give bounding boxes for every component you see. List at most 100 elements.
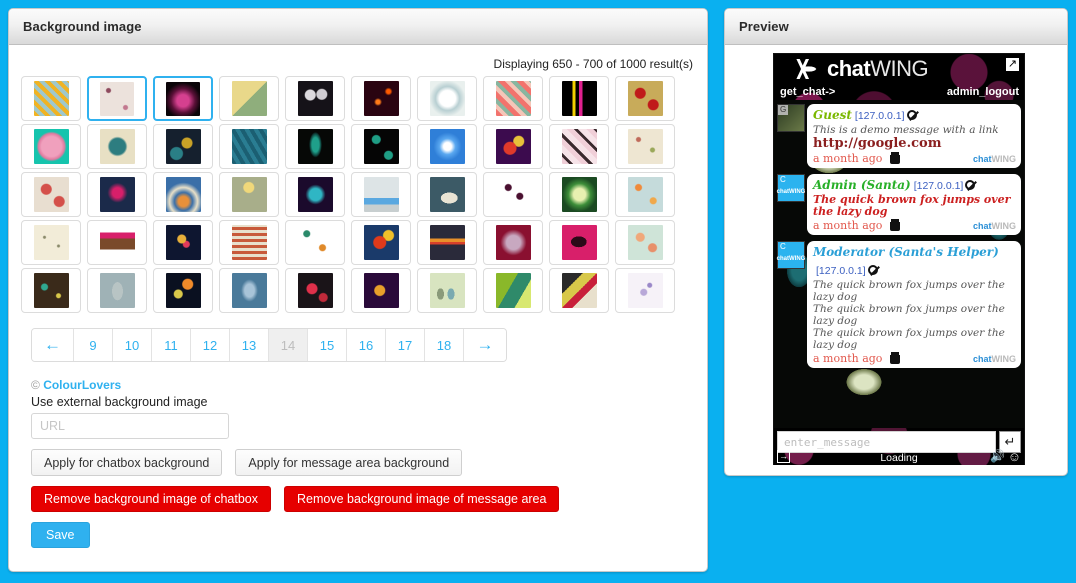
thumbnail-teal-cross-purple[interactable] [285, 172, 345, 217]
get-chat-link[interactable]: get_chat-> [780, 86, 835, 98]
thumbnail-tulip-navy[interactable] [153, 220, 213, 265]
thumbnail-sunset-gradient[interactable] [417, 220, 477, 265]
thumbnail-teal-leaves-brown[interactable] [21, 268, 81, 313]
avatar-tag: C [778, 175, 788, 185]
thumbnail-orange-sparks-maroon[interactable] [351, 76, 411, 121]
message-ip: [127.0.0.1] [816, 265, 866, 277]
results-count: Displaying 650 - 700 of 1000 result(s) [493, 57, 693, 71]
thumbnail-green-kaleidoscope[interactable] [549, 172, 609, 217]
thumbnail-pink-fractal-black[interactable] [153, 76, 213, 121]
remove-chatbox-background-button[interactable]: Remove background image of chatbox [31, 486, 272, 512]
thumbnail-butterflies-cream[interactable] [615, 124, 675, 169]
thumbnail-bird-magenta[interactable] [549, 220, 609, 265]
thumbnail-owl-grey-blue[interactable] [87, 268, 147, 313]
thumbnail-berries-white[interactable] [483, 172, 543, 217]
ban-icon[interactable] [965, 180, 976, 190]
thumbnail-pale-medallion[interactable] [417, 76, 477, 121]
thumbnail-swatch [33, 129, 69, 164]
thumbnail-swatch [627, 81, 663, 116]
trash-icon[interactable] [890, 352, 901, 364]
thumbnail-teal-chevron[interactable] [219, 124, 279, 169]
ban-icon[interactable] [867, 265, 878, 275]
smiley-icon[interactable]: ☺ [1008, 449, 1021, 464]
background-image-panel-title: Background image [23, 19, 142, 34]
pagination-page-12[interactable]: 12 [191, 329, 230, 361]
thumbnail-whale-teal[interactable] [417, 172, 477, 217]
thumbnail-moon-circles-navy[interactable] [153, 268, 213, 313]
message-link[interactable]: http://google.com [813, 136, 1016, 151]
thumbnail-teal-mandala-cream[interactable] [87, 124, 147, 169]
thumbnail-blue-kaleidoscope[interactable] [417, 124, 477, 169]
colourlovers-link[interactable]: ColourLovers [43, 378, 121, 392]
message-author: Moderator (Santa's Helper) [813, 245, 999, 259]
trash-icon[interactable] [890, 219, 901, 231]
thumbnail-chevron-magenta-brown[interactable] [87, 220, 147, 265]
thumbnail-mauve-polka-dots[interactable] [87, 76, 147, 121]
pagination-page-9[interactable]: 9 [74, 329, 113, 361]
remove-message-area-background-button[interactable]: Remove background image of message area [284, 486, 560, 512]
thumbnail-red-circles-gold[interactable] [615, 76, 675, 121]
thumbnail-pink-bowtie-pattern[interactable] [549, 124, 609, 169]
thumbnail-pale-cream-scatter[interactable] [21, 220, 81, 265]
thumbnail-tribal-magenta-navy[interactable] [87, 172, 147, 217]
thumbnail-swatch [297, 81, 333, 116]
pagination-page-13[interactable]: 13 [230, 329, 269, 361]
save-button[interactable]: Save [31, 522, 90, 548]
thumbnail-maroon-mandala[interactable] [483, 220, 543, 265]
message-input[interactable] [777, 431, 996, 453]
thumbnail-owls-pale-green[interactable] [417, 268, 477, 313]
thumbnail-retro-squares[interactable] [219, 76, 279, 121]
thumbnail-abstract-circles-purple[interactable] [483, 124, 543, 169]
apply-message-area-background-button[interactable]: Apply for message area background [235, 449, 463, 476]
pagination-page-11[interactable]: 11 [152, 329, 191, 361]
thumbnail-peacock-feather-dark[interactable] [285, 124, 345, 169]
thumbnail-pink-flower-teal[interactable] [21, 124, 81, 169]
admin-logout-link[interactable]: admin_logout [947, 86, 1019, 98]
pagination-page-17[interactable]: 17 [386, 329, 425, 361]
thumbnail-blue-damask[interactable] [219, 268, 279, 313]
thumbnail-gold-swirl-navy[interactable] [153, 124, 213, 169]
thumbnail-swatch [429, 273, 465, 308]
pagination-page-18[interactable]: 18 [425, 329, 464, 361]
thumbnail-swatch [33, 225, 69, 260]
pagination-page-15[interactable]: 15 [308, 329, 347, 361]
thumbnail-swatch [495, 81, 531, 116]
trash-icon[interactable] [890, 152, 901, 164]
thumbnail-abstract-red-yellow[interactable] [351, 220, 411, 265]
thumbnail-red-roses-cream[interactable] [21, 172, 81, 217]
pagination-page-16[interactable]: 16 [347, 329, 386, 361]
message-brand-light: WING [991, 153, 1017, 164]
thumbnail-peacock-gold-purple[interactable] [351, 268, 411, 313]
thumbnail-green-leaves[interactable] [483, 268, 543, 313]
thumbnail-coral-diagonal-stripes[interactable] [483, 76, 543, 121]
thumbnail-peach-roses-mint[interactable] [615, 220, 675, 265]
thumbnail-orange-dots-pale-blue[interactable] [615, 172, 675, 217]
thumbnail-swatch [99, 225, 135, 260]
sound-icon[interactable]: 🔊 [990, 449, 1005, 463]
thumbnail-neon-pixel-black[interactable] [549, 76, 609, 121]
thumbnail-swatch [33, 273, 69, 308]
url-input[interactable] [31, 413, 229, 439]
brand-bold: chat [827, 56, 871, 81]
thumbnail-red-floral-dark[interactable] [285, 268, 345, 313]
message-footer: a month ago chatWING [813, 152, 1016, 165]
ban-icon[interactable] [906, 110, 917, 120]
thumbnail-colorful-polka-dots[interactable] [285, 220, 345, 265]
thumbnail-pixel-ghosts-grey[interactable] [351, 172, 411, 217]
apply-chatbox-background-button[interactable]: Apply for chatbox background [31, 449, 223, 476]
thumbnail-yellow-floral-teal[interactable] [21, 76, 81, 121]
thumbnail-dandelion-sage[interactable] [219, 172, 279, 217]
thumbnail-swatch [297, 225, 333, 260]
thumbnail-green-crescents-black[interactable] [351, 124, 411, 169]
thumbnail-lavender-branch-white[interactable] [615, 268, 675, 313]
thumbnail-concentric-rainbow[interactable] [153, 172, 213, 217]
thumbnail-abstract-ribbon[interactable] [549, 268, 609, 313]
expand-icon[interactable]: ↗ [1005, 57, 1020, 72]
pagination-page-10[interactable]: 10 [113, 329, 152, 361]
thumbnail-multicolor-checks[interactable] [219, 220, 279, 265]
pagination-next-arrow[interactable]: → [464, 329, 506, 361]
external-image-label: Use external background image [31, 395, 208, 409]
thumbnail-white-flowers-dark[interactable] [285, 76, 345, 121]
pagination-prev-arrow[interactable]: ← [32, 329, 74, 361]
chat-widget-preview: chat WING get_chat-> admin_logout ↗ G Gue… [773, 53, 1025, 465]
